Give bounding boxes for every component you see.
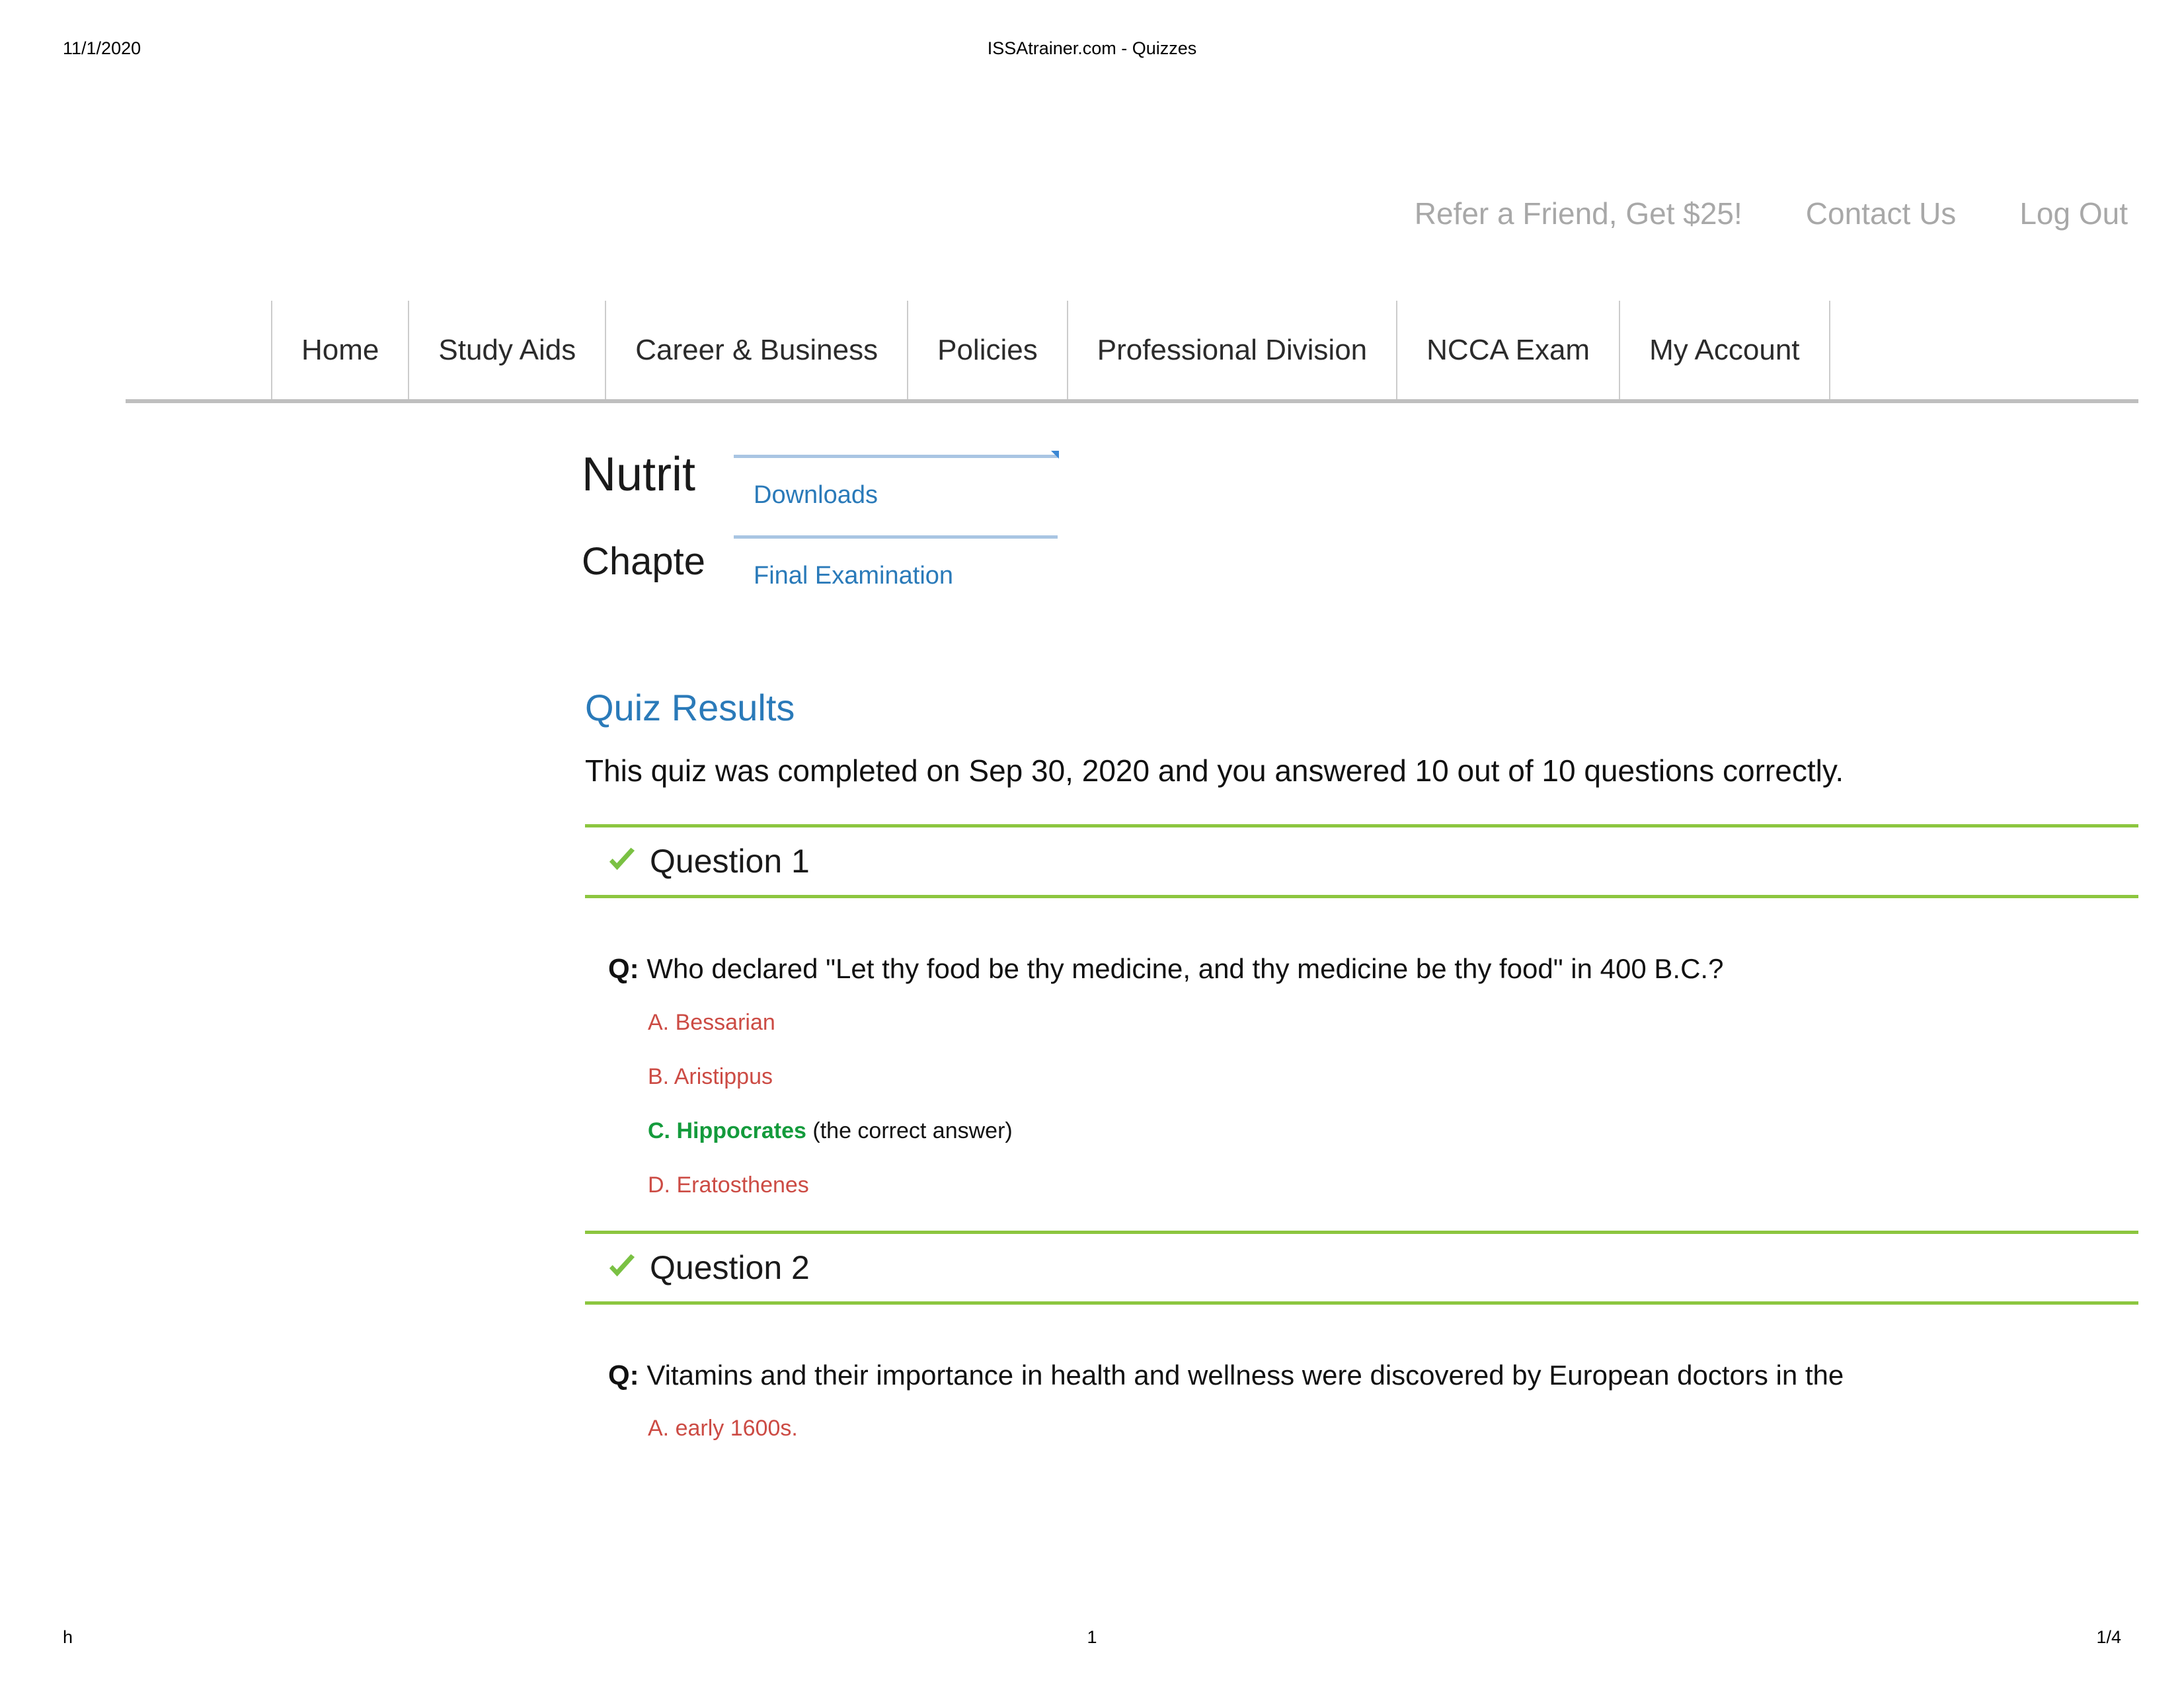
answer-option: D. Eratosthenes [648,1172,809,1198]
print-header-title: ISSAtrainer.com - Quizzes [987,38,1197,58]
page-title: Nutrit [582,448,696,501]
nav-item-study-aids[interactable]: Study Aids [408,301,605,399]
question-block: Question 1 Q: Who declared "Let thy food… [585,824,2138,1196]
question-text: Q: Vitamins and their importance in heal… [608,1358,2138,1394]
question-marker: Q: [608,1359,639,1391]
quiz-summary-text: This quiz was completed on Sep 30, 2020 … [585,753,1844,788]
print-footer-page-number: 1 [1087,1627,1097,1647]
question-header: Question 2 [585,1230,2138,1305]
question-marker: Q: [608,953,639,985]
question-prompt: Vitamins and their importance in health … [646,1359,1844,1391]
answer-list: A. Bessarian B. Aristippus C. Hippocrate… [608,1011,2138,1196]
quiz-results-content: Quiz Results This quiz was completed on … [585,687,2138,1439]
correct-answer-note: (the correct answer) [806,1118,1013,1143]
utility-bar: Refer a Friend, Get $25! Contact Us Log … [1415,198,2128,229]
print-footer-page-count: 1/4 [2096,1627,2121,1647]
dropdown-corner-marker-icon [1051,451,1059,459]
answer-option: A. early 1600s. [648,1416,798,1441]
answer-option-text: C. Hippocrates [648,1118,806,1143]
page-title-group: Nutrit Chapte [582,449,705,583]
nav-item-home[interactable]: Home [271,301,408,399]
nav-item-my-account[interactable]: My Account [1619,301,1828,399]
dropdown-rule-top [734,455,1058,458]
question-prompt: Who declared "Let thy food be thy medici… [646,953,1724,985]
question-label: Question 1 [650,843,810,880]
nav-item-policies[interactable]: Policies [907,301,1067,399]
refer-a-friend-link[interactable]: Refer a Friend, Get $25! [1415,198,1742,229]
dropdown-menu: Downloads Final Examination [717,413,1068,588]
nav-item-professional-division[interactable]: Professional Division [1066,301,1396,399]
answer-option-correct: C. Hippocrates (the correct answer) [648,1120,2138,1142]
answer-option: B. Aristippus [648,1063,773,1089]
check-mark-icon [609,847,635,870]
question-text: Q: Who declared "Let thy food be thy med… [608,951,2138,987]
question-block: Question 2 Q: Vitamins and their importa… [585,1230,2138,1440]
page-subtitle: Chapte [582,539,706,583]
dropdown-item-downloads[interactable]: Downloads [754,482,878,508]
question-label: Question 2 [650,1248,810,1286]
dropdown-item-final-examination[interactable]: Final Examination [754,563,953,588]
dropdown-rule-bottom [734,535,1058,539]
nav-item-ncca-exam[interactable]: NCCA Exam [1396,301,1619,399]
nav-end-divider [1828,301,1830,399]
main-navigation: Home Study Aids Career & Business Polici… [126,301,2138,403]
log-out-link[interactable]: Log Out [2019,198,2128,229]
contact-us-link[interactable]: Contact Us [1806,198,1957,229]
nav-item-career-business[interactable]: Career & Business [605,301,907,399]
quiz-results-heading: Quiz Results [585,687,795,728]
nav-items: Home Study Aids Career & Business Polici… [271,301,1830,399]
question-header: Question 1 [585,824,2138,899]
answer-list: A. early 1600s. [608,1417,2138,1439]
question-body: Q: Vitamins and their importance in heal… [585,1358,2138,1440]
print-footer: h 1 1/4 [0,1627,2184,1654]
answer-option: A. Bessarian [648,1009,775,1035]
print-header: 11/1/2020 ISSAtrainer.com - Quizzes [0,38,2184,65]
question-body: Q: Who declared "Let thy food be thy med… [585,951,2138,1196]
check-mark-icon [609,1254,635,1277]
